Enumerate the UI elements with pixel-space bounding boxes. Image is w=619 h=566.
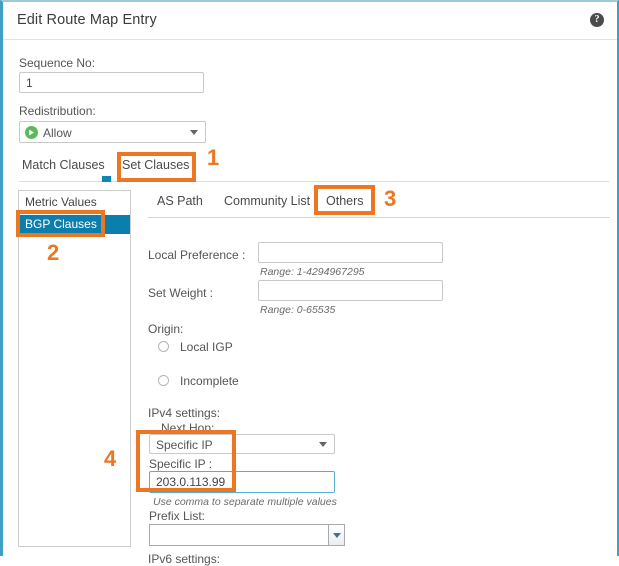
radio-local-igp[interactable] (158, 341, 169, 352)
next-hop-value: Specific IP (156, 438, 213, 452)
active-tab-marker (102, 176, 111, 182)
ipv6-settings-label: IPv6 settings: (148, 552, 221, 566)
list-item-metric-values[interactable]: Metric Values (19, 193, 130, 212)
origin-label: Origin: (148, 322, 184, 336)
redistribution-select[interactable]: Allow (19, 121, 206, 143)
sequence-no-input[interactable] (19, 72, 204, 93)
others-tab-panel: Local Preference : Range: 1-4294967295 S… (148, 218, 613, 566)
sequence-no-label: Sequence No: (19, 56, 96, 70)
radio-label-local-igp[interactable]: Local IGP (180, 340, 233, 354)
specific-ip-hint: Use comma to separate multiple values (153, 496, 337, 508)
help-circle-icon[interactable]: ? (590, 13, 604, 27)
set-weight-hint: Range: 0-65535 (260, 304, 336, 316)
local-preference-input[interactable] (258, 242, 443, 263)
prefix-list-label: Prefix List: (149, 509, 206, 523)
chevron-down-icon (319, 442, 327, 447)
local-preference-label: Local Preference : (148, 248, 246, 262)
chevron-down-icon (333, 533, 341, 538)
dialog-title: Edit Route Map Entry (17, 12, 157, 28)
set-weight-input[interactable] (258, 280, 443, 301)
list-item-bgp-clauses[interactable]: BGP Clauses (19, 215, 130, 234)
prefix-list-input[interactable] (149, 524, 329, 546)
chevron-down-icon (190, 130, 198, 135)
redistribution-value: Allow (43, 126, 72, 140)
prefix-list-dropdown-button[interactable] (328, 524, 345, 546)
radio-incomplete[interactable] (158, 375, 169, 386)
tab-community-list[interactable]: Community List (224, 194, 310, 208)
tab-match-clauses[interactable]: Match Clauses (22, 158, 105, 172)
tab-as-path[interactable]: AS Path (157, 194, 203, 208)
green-allow-arrow-icon (25, 126, 38, 139)
inner-tablist: AS Path Community List Others (148, 190, 610, 217)
set-weight-label: Set Weight : (148, 286, 214, 300)
local-preference-hint: Range: 1-4294967295 (260, 266, 365, 278)
prefix-list-combobox (149, 524, 345, 546)
radio-label-incomplete[interactable]: Incomplete (180, 374, 239, 388)
next-hop-select[interactable]: Specific IP (149, 434, 335, 454)
next-hop-label: Next Hop: (161, 421, 215, 435)
tab-others[interactable]: Others (326, 194, 364, 208)
redistribution-label: Redistribution: (19, 104, 96, 118)
specific-ip-input[interactable] (149, 471, 335, 493)
edit-route-map-entry-dialog: Edit Route Map Entry ? Sequence No: Redi… (0, 0, 619, 566)
specific-ip-label: Specific IP : (149, 457, 213, 471)
dialog-titlebar: Edit Route Map Entry ? (3, 2, 617, 40)
clause-category-list: Metric Values BGP Clauses (18, 190, 131, 547)
ipv4-settings-label: IPv4 settings: (148, 406, 221, 420)
tab-set-clauses[interactable]: Set Clauses (122, 158, 189, 172)
